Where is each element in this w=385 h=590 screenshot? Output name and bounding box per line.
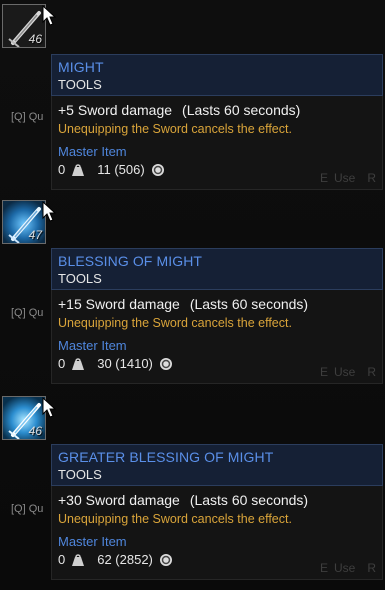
item-effect: +30 Sword damage (Lasts 60 seconds): [58, 490, 376, 510]
item-name: MIGHT: [58, 59, 104, 75]
tooltip-header: MIGHT TOOLS: [51, 54, 383, 96]
item-price: 11 (506): [97, 162, 145, 177]
effect-duration: (Lasts 60 seconds): [189, 492, 309, 508]
effect-duration: (Lasts 60 seconds): [189, 296, 309, 312]
tooltip-body: +5 Sword damage (Lasts 60 seconds) Unequi…: [51, 96, 383, 190]
key-e[interactable]: E: [320, 365, 328, 379]
mouse-cursor-icon: [42, 5, 57, 26]
action-keys: E Use R: [320, 561, 376, 575]
item-weight: 0: [58, 552, 66, 567]
item-category: TOOLS: [58, 271, 102, 286]
item-name: GREATER BLESSING OF MIGHT: [58, 449, 274, 465]
effect-text: +30 Sword damage: [58, 492, 180, 508]
item-price: 30 (1410): [97, 356, 153, 371]
tooltip-header: BLESSING OF MIGHT TOOLS: [51, 248, 383, 290]
effect-text: +15 Sword damage: [58, 296, 180, 312]
item-warning: Unequipping the Sword cancels the effect…: [58, 512, 292, 526]
key-e[interactable]: E: [320, 561, 328, 575]
key-r[interactable]: R: [367, 171, 376, 185]
inventory-slot-3[interactable]: 46: [2, 396, 46, 440]
weight-icon: [72, 357, 85, 370]
item-quality: Master Item: [58, 534, 127, 549]
tooltip-header: GREATER BLESSING OF MIGHT TOOLS: [51, 444, 383, 486]
item-quality: Master Item: [58, 338, 127, 353]
item-warning: Unequipping the Sword cancels the effect…: [58, 316, 292, 330]
item-warning: Unequipping the Sword cancels the effect…: [58, 122, 292, 136]
item-effect: +5 Sword damage (Lasts 60 seconds): [58, 100, 376, 120]
action-keys: E Use R: [320, 365, 376, 379]
key-r[interactable]: R: [367, 561, 376, 575]
item-tooltip: MIGHT TOOLS +5 Sword damage (Lasts 60 sec…: [51, 54, 383, 190]
inventory-slot-2[interactable]: 47: [2, 200, 46, 244]
item-tooltip: GREATER BLESSING OF MIGHT TOOLS +30 Swor…: [51, 444, 383, 580]
item-level: 46: [28, 32, 42, 46]
use-action[interactable]: Use: [334, 365, 355, 379]
tooltip-body: +30 Sword damage (Lasts 60 seconds) Unequ…: [51, 486, 383, 580]
item-block-1: 46 [Q] Qu MIGHT TOOLS +5 Sword damage (La…: [0, 4, 385, 196]
quick-slot-label: [Q] Qu: [11, 111, 44, 123]
tooltip-comparison-screen: 46 [Q] Qu MIGHT TOOLS +5 Sword damage (La…: [0, 0, 385, 590]
quick-slot-label: [Q] Qu: [11, 307, 44, 319]
item-level: 47: [28, 228, 42, 242]
effect-duration: (Lasts 60 seconds): [182, 102, 301, 118]
weight-icon: [72, 553, 85, 566]
item-level: 46: [28, 424, 42, 438]
item-block-2: 47 [Q] Qu BLESSING OF MIGHT TOOLS +15 Sw…: [0, 200, 385, 392]
key-e[interactable]: E: [320, 171, 328, 185]
use-action[interactable]: Use: [334, 171, 355, 185]
use-action[interactable]: Use: [334, 561, 355, 575]
mouse-cursor-icon: [42, 201, 57, 222]
item-weight: 0: [58, 356, 66, 371]
item-name: BLESSING OF MIGHT: [58, 253, 203, 269]
item-effect: +15 Sword damage (Lasts 60 seconds): [58, 294, 376, 314]
tooltip-body: +15 Sword damage (Lasts 60 seconds) Unequ…: [51, 290, 383, 384]
item-price: 62 (2852): [97, 552, 153, 567]
mouse-cursor-icon: [42, 397, 57, 418]
quick-slot-label: [Q] Qu: [11, 503, 44, 515]
key-r[interactable]: R: [367, 365, 376, 379]
inventory-slot-1[interactable]: 46: [2, 4, 46, 48]
weight-icon: [72, 163, 85, 176]
effect-text: +5 Sword damage: [58, 102, 173, 118]
coin-icon: [151, 164, 164, 176]
item-tooltip: BLESSING OF MIGHT TOOLS +15 Sword damage…: [51, 248, 383, 384]
action-keys: E Use R: [320, 171, 376, 185]
item-category: TOOLS: [58, 77, 102, 92]
coin-icon: [159, 358, 172, 370]
item-weight: 0: [58, 162, 66, 177]
coin-icon: [159, 554, 172, 566]
item-category: TOOLS: [58, 467, 102, 482]
item-quality: Master Item: [58, 144, 127, 159]
item-block-3: 46 [Q] Qu GREATER BLESSING OF MIGHT TOOL…: [0, 396, 385, 588]
